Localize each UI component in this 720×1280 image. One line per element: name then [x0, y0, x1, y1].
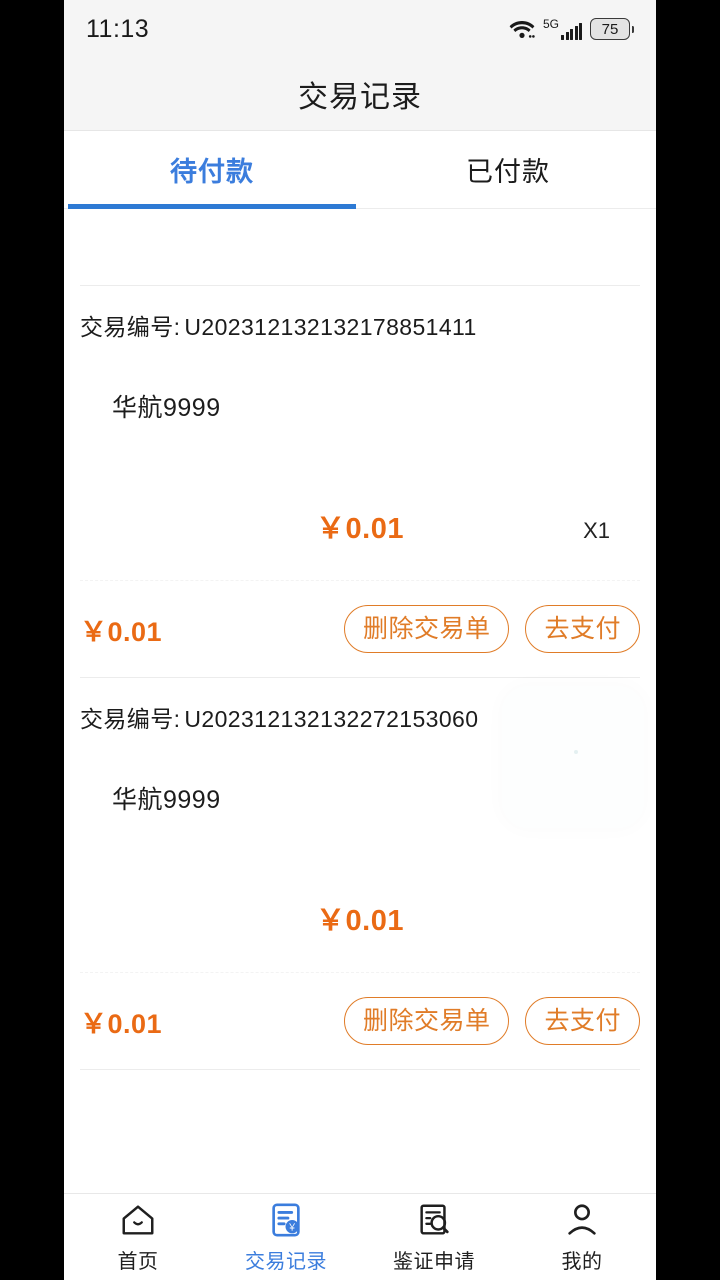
- status-icon-group: 5G 75: [509, 18, 634, 40]
- status-time: 11:13: [86, 14, 150, 43]
- nav-label-profile: 我的: [561, 1250, 603, 1273]
- battery-icon: 75: [590, 18, 634, 40]
- delete-order-button[interactable]: 删除交易单: [343, 604, 510, 654]
- order-list[interactable]: 交易编号: U202312132132178851411 华航9999 ￥0.01…: [64, 209, 656, 1070]
- home-icon: [119, 1201, 157, 1239]
- document-search-icon: [415, 1201, 453, 1239]
- goods-name: 华航9999: [112, 786, 221, 814]
- goods-price: ￥0.01: [316, 905, 404, 937]
- goods-quantity: X1: [583, 518, 610, 543]
- tab-unpaid[interactable]: 待付款: [64, 131, 360, 209]
- app-screen: 11:13 5G 75 交易记录 待付款 已付款 交易编号: U20231213…: [64, 0, 656, 1280]
- document-yuan-icon: ￥: [267, 1201, 305, 1239]
- delete-order-button[interactable]: 删除交易单: [343, 996, 510, 1046]
- app-header: 交易记录: [64, 58, 656, 131]
- person-icon: [563, 1201, 601, 1239]
- nav-item-profile[interactable]: 我的: [508, 1194, 656, 1280]
- tab-paid[interactable]: 已付款: [360, 131, 656, 208]
- nav-label-verification: 鉴证申请: [393, 1250, 475, 1273]
- nav-item-verification[interactable]: 鉴证申请: [360, 1194, 508, 1280]
- goods-row: 华航9999 ￥0.01: [64, 686, 656, 972]
- order-number-label: 交易编号:: [80, 314, 181, 340]
- pay-order-button[interactable]: 去支付: [525, 604, 640, 654]
- order-action-row: ￥0.01 删除交易单 去支付: [64, 973, 656, 1069]
- order-total-price: ￥0.01: [80, 1008, 163, 1039]
- order-number-label: 交易编号:: [80, 706, 181, 732]
- order-card[interactable]: 交易编号: U202312132132178851411 华航9999 ￥0.01…: [64, 285, 656, 678]
- nav-label-home: 首页: [117, 1250, 159, 1273]
- goods-row: 华航9999 ￥0.01 X1: [64, 342, 656, 580]
- order-actions: 删除交易单 去支付: [343, 996, 640, 1046]
- network-type-label: 5G: [542, 17, 559, 31]
- divider: [80, 1069, 640, 1070]
- goods-price: ￥0.01: [316, 513, 404, 545]
- nav-item-transactions[interactable]: ￥ 交易记录: [212, 1194, 360, 1280]
- loading-dot: [574, 750, 578, 754]
- nav-label-transactions: 交易记录: [245, 1250, 327, 1273]
- order-total-price: ￥0.01: [80, 616, 163, 647]
- cellular-signal-icon: 5G: [543, 18, 582, 40]
- status-bar: 11:13 5G 75: [64, 0, 656, 58]
- order-number-value: U202312132132178851411: [184, 314, 477, 340]
- bottom-navigation: 首页 ￥ 交易记录 鉴证申请 我的: [64, 1193, 656, 1280]
- wifi-icon: [509, 19, 535, 39]
- order-actions: 删除交易单 去支付: [343, 604, 640, 654]
- tab-paid-label: 已付款: [466, 157, 550, 187]
- order-number: 交易编号: U202312132132178851411: [64, 286, 656, 342]
- order-card[interactable]: 交易编号: U202312132132272153060 华航9999 ￥0.01…: [64, 678, 656, 1070]
- list-top-spacer: [64, 209, 656, 285]
- battery-level-label: 75: [601, 20, 619, 38]
- loading-placeholder: [502, 686, 644, 828]
- pay-order-button[interactable]: 去支付: [525, 996, 640, 1046]
- tab-unpaid-label: 待付款: [170, 157, 254, 187]
- order-action-row: ￥0.01 删除交易单 去支付: [64, 581, 656, 677]
- signal-bars: [561, 23, 582, 40]
- svg-text:￥: ￥: [287, 1222, 297, 1233]
- nav-item-home[interactable]: 首页: [64, 1194, 212, 1280]
- order-number-value: U202312132132272153060: [184, 706, 479, 732]
- tab-bar: 待付款 已付款: [64, 131, 656, 209]
- goods-name: 华航9999: [112, 394, 221, 422]
- page-title: 交易记录: [298, 81, 422, 114]
